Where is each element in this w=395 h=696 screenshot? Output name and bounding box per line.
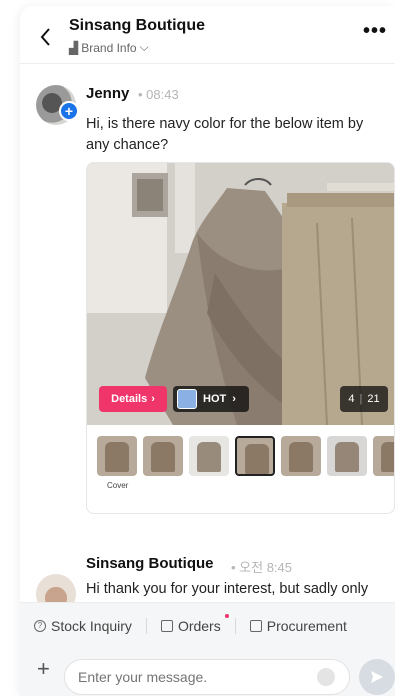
thumbnail-6[interactable] — [327, 436, 367, 476]
building-icon: ▟ — [69, 40, 79, 55]
send-button[interactable] — [359, 659, 395, 695]
avatar-badge-icon: + — [59, 101, 79, 121]
thumbnail-strip — [97, 436, 394, 478]
brand-info-label: Brand Info — [81, 40, 137, 55]
message-time: • 08:43 — [138, 87, 179, 102]
quick-action-bar: ? Stock Inquiry Orders Procurement — [20, 602, 395, 648]
message-text: Hi thank you for your interest, but sadl… — [86, 581, 369, 597]
hot-thumbnail — [177, 389, 197, 409]
home-icon — [160, 619, 173, 632]
cover-label: Cover — [107, 481, 129, 490]
details-button[interactable]: Details › — [99, 386, 167, 412]
product-card[interactable]: Details › HOT › 4 | 21 Cover — [86, 162, 395, 514]
new-indicator-dot — [224, 613, 229, 618]
image-counter-total: 21 — [367, 393, 380, 405]
question-icon: ? — [34, 619, 46, 632]
thumbnail-5[interactable] — [281, 436, 321, 476]
composer: + — [20, 648, 395, 696]
image-counter-separator: | — [359, 393, 363, 405]
image-counter: 4 | 21 — [340, 386, 388, 412]
send-icon — [371, 671, 383, 683]
chat-header: Sinsang Boutique ▟ Brand Info ⌵ ••• — [20, 6, 395, 64]
hot-label: HOT — [203, 393, 227, 405]
message-time-value: 08:43 — [146, 87, 179, 102]
sticker-icon[interactable] — [317, 668, 335, 686]
details-label: Details — [111, 393, 148, 405]
hot-button[interactable]: HOT › — [173, 386, 249, 412]
thumbnail-4-selected[interactable] — [235, 436, 275, 476]
document-icon — [249, 619, 262, 632]
plus-icon[interactable]: + — [37, 658, 50, 680]
thumbnail-1[interactable] — [97, 436, 137, 476]
chat-screen: Sinsang Boutique ▟ Brand Info ⌵ ••• + Je… — [20, 6, 395, 696]
stock-inquiry-button[interactable]: ? Stock Inquiry — [20, 618, 146, 634]
orders-label: Orders — [177, 617, 221, 634]
message-input[interactable] — [64, 659, 350, 695]
procurement-button[interactable]: Procurement — [234, 617, 361, 634]
thumbnail-2[interactable] — [143, 436, 183, 476]
message-sender: Sinsang Boutique — [86, 555, 214, 572]
message-time-value: 오전 8:45 — [239, 560, 293, 575]
chevron-right-icon: › — [151, 393, 155, 405]
more-options-icon[interactable]: ••• — [363, 20, 387, 43]
image-counter-current: 4 — [348, 393, 355, 405]
procurement-label: Procurement — [266, 617, 347, 634]
chevron-right-icon: › — [232, 393, 236, 405]
message-text: Hi, is there navy color for the below it… — [86, 116, 364, 153]
chevron-down-icon: ⌵ — [139, 40, 149, 54]
thumbnail-7[interactable] — [373, 436, 394, 476]
back-arrow-icon[interactable] — [38, 26, 54, 48]
product-image[interactable]: Details › HOT › 4 | 21 — [87, 163, 394, 425]
orders-button[interactable]: Orders — [145, 613, 235, 634]
message-time: • 오전 8:45 — [231, 560, 293, 575]
stock-inquiry-label: Stock Inquiry — [51, 617, 132, 634]
thumbnail-3[interactable] — [189, 436, 229, 476]
brand-info-link[interactable]: ▟ Brand Info ⌵ — [69, 40, 149, 55]
message-sender: Jenny — [86, 85, 130, 102]
chat-title: Sinsang Boutique — [69, 17, 205, 34]
